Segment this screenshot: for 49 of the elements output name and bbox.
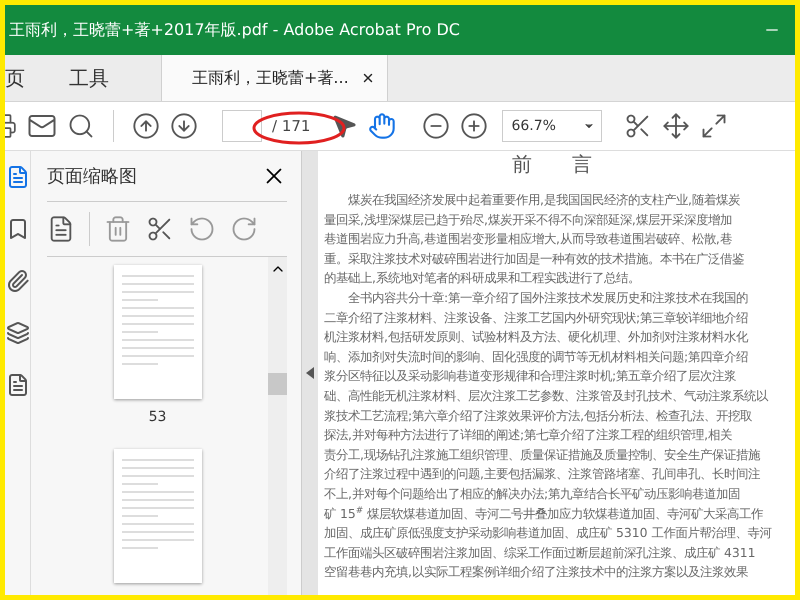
text-line: 的基础上,系统地对笔者的科研成果和工程实践进行了总结。 (324, 269, 640, 288)
rotate-right-icon[interactable] (230, 215, 258, 243)
scrollbar-thumb[interactable] (268, 373, 287, 395)
text-line: 责分工,现场钻孔注浆施工组织管理、质量保证措施及质量控制、安全生产保证措施 (324, 446, 760, 464)
panel-title: 页面缩略图 (47, 165, 137, 188)
page-number-field[interactable] (222, 110, 262, 142)
text-line: 量回采,浅埋深煤层已趋于殆尽,煤炭开采不得不向深部延深,煤层开采深度增加 (324, 210, 732, 229)
collapse-icon[interactable] (306, 367, 314, 379)
zoom-in-icon[interactable] (460, 112, 488, 140)
text-line: 二章介绍了注浆材料、注浆设备、注浆工艺国内外研究现状;第三章较详细地介绍 (324, 308, 748, 327)
zoom-out-icon[interactable] (422, 112, 450, 140)
page-total: / 171 (272, 117, 310, 135)
trash-icon[interactable] (104, 215, 132, 243)
arrow-down-icon[interactable] (170, 112, 198, 140)
search-icon[interactable] (67, 112, 95, 140)
text-line: 工作面端头区破碎围岩注浆加固、综采工作面过断层超前深孔注浆、成庄矿 4311 (324, 544, 756, 562)
window-title: 王雨利，王晓蕾+著+2017年版.pdf - Adobe Acrobat Pro DC (9, 20, 460, 40)
expand-icon[interactable] (700, 112, 728, 140)
text-line: 浆技术工艺流程;第六章介绍了注浆效果评价方法,包括分析法、检查孔法、开挖取 (324, 406, 752, 425)
page-number: 53 (148, 409, 166, 425)
text-line: 机注浆材料,包括研发原则、试验材料及方法、硬化机理、外加剂对注浆材料水化 (324, 328, 748, 346)
text-line: 矿 15$^{#}$ 煤层软煤巷道加固、寺河二号井叠加应力软煤巷道加固、寺河矿大采高工作 (324, 504, 764, 522)
page-heading: 前 言 (511, 151, 593, 178)
document-icon[interactable] (6, 373, 30, 397)
text-line: 不上,并对每个问题给出了相应的解决办法;第九章结合长平矿动压影响巷道加固 (324, 484, 740, 503)
rotate-left-icon[interactable] (188, 215, 216, 243)
text-line: 全书内容共分十章:第一章介绍了国外注浆技术发展历史和注浆技术在我国的 (347, 288, 748, 307)
text-line: 巷道围岩应力升高,巷道围岩变形量相应增大,从而导致巷道围岩破碎、松散,巷 (324, 230, 732, 248)
page-icon[interactable] (6, 165, 30, 189)
tab[interactable]: 工具 (47, 55, 131, 101)
text-line: 空留巷巷内充填,以实际工程案例详细介绍了注浆技术中的注浆方案以及注浆效果 (324, 563, 748, 582)
text-line: 加固、成庄矿原低强度支护采动影响巷道加固、成庄矿 5310 工作面片帮治理、寺河 (324, 524, 772, 542)
page-thumbnail[interactable] (114, 449, 202, 583)
text-line: 响、添加剂对失流时间的影响、固化强度的调节等无机材料相关问题;第四章介绍 (324, 348, 748, 366)
tab[interactable]: 页 (5, 55, 47, 101)
paperclip-icon[interactable] (6, 269, 30, 293)
text-line: 探法,并对每种方法进行了详细的阐述;第七章介绍了注浆工程的组织管理,相关 (324, 426, 732, 444)
page-thumbnail[interactable] (114, 265, 202, 399)
text-line: 介绍了注浆过程中遇到的问题,主要包括漏浆、注浆管路堵塞、孔间串孔、长时间注 (324, 465, 760, 484)
text-line: 浆分区特征以及采动影响巷道变形规律和合理注浆时机;第五章介绍了层次注浆 (324, 367, 736, 386)
layers-icon[interactable] (6, 321, 30, 345)
arrow-up-icon[interactable] (132, 112, 160, 140)
move-icon[interactable] (662, 112, 690, 140)
text-line: 重。采取注浆技术对破碎围岩进行加固是一种有效的技术措施。本书在广泛借鉴 (324, 250, 744, 268)
document-tab[interactable]: 王雨利，王晓蕾+著... (161, 55, 388, 101)
text-line: 础、高性能无机注浆材料、层次注浆工艺参数、注浆管及封孔技术、气动注浆系统以 (324, 386, 768, 405)
zoom-dropdown[interactable]: 66.7% (502, 110, 602, 142)
text-line: 煤炭在我国经济发展中起着重要作用,是我国国民经济的支柱产业,随着煤炭 (347, 191, 740, 209)
hand-tool-button[interactable] (368, 112, 396, 140)
